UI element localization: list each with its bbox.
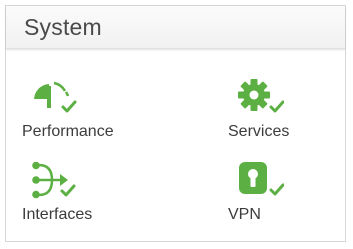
- panel-header: System: [6, 6, 345, 49]
- gear-icon: [238, 79, 284, 113]
- lock-icon: [239, 162, 284, 196]
- panel-title: System: [24, 14, 102, 40]
- services-tile[interactable]: Services: [228, 79, 353, 149]
- performance-tile[interactable]: Performance: [22, 79, 172, 149]
- vpn-tile[interactable]: VPN: [228, 162, 353, 232]
- vpn-label: VPN: [228, 206, 261, 223]
- services-label: Services: [228, 123, 290, 140]
- network-split-icon: [32, 162, 76, 199]
- interfaces-label: Interfaces: [22, 206, 93, 223]
- interfaces-tile[interactable]: Interfaces: [22, 162, 172, 232]
- gauge-icon: [34, 81, 77, 113]
- performance-label: Performance: [22, 123, 114, 140]
